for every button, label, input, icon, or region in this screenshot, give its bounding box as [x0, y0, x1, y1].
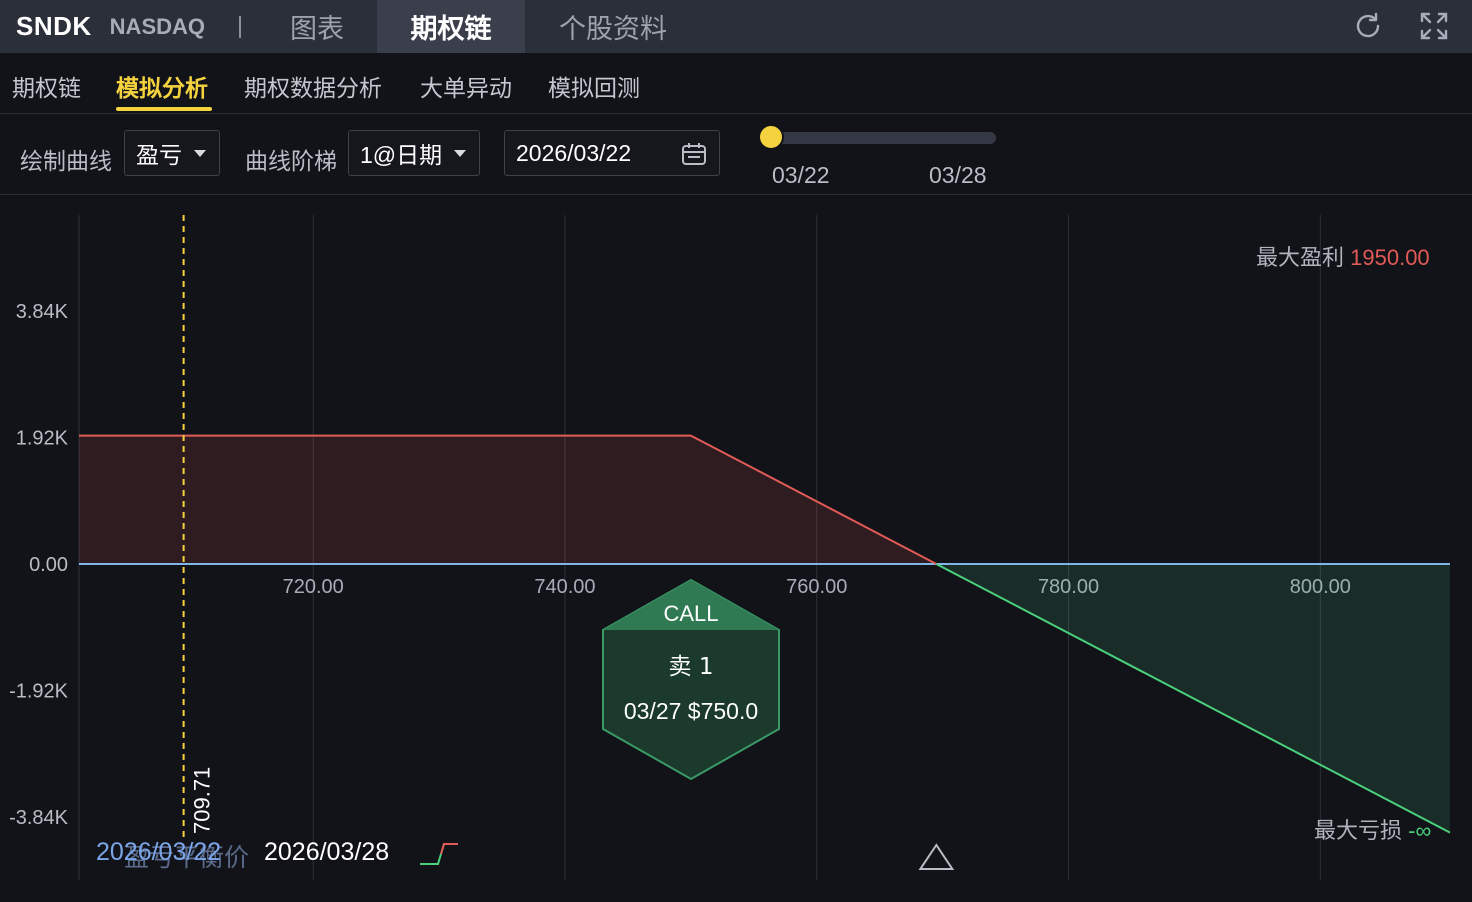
x-tick-label: 740.00	[534, 576, 595, 598]
profit-area	[79, 435, 937, 564]
option-type-label: CALL	[663, 601, 718, 626]
ladder-select[interactable]: 1@日期	[348, 130, 480, 176]
curve-select[interactable]: 盈亏	[124, 130, 220, 176]
legend-date-1[interactable]: 2026/03/22	[96, 838, 221, 867]
fullscreen-icon[interactable]	[1418, 10, 1450, 42]
x-tick-label: 720.00	[283, 576, 344, 598]
y-tick-label: 0.00	[29, 554, 68, 576]
control-bar: 绘制曲线 盈亏 曲线阶梯 1@日期 2026/03/22 03/22 03/28	[0, 114, 1472, 195]
y-tick-label: 1.92K	[16, 428, 69, 450]
curve-select-value: 盈亏	[136, 142, 182, 168]
max-loss-label: 最大亏损	[1314, 818, 1403, 843]
max-profit: 最大盈利 1950.00	[1256, 240, 1430, 272]
tab-company-profile[interactable]: 个股资料	[525, 0, 701, 53]
date-picker-value: 2026/03/22	[516, 139, 632, 166]
subtab-option-data-analysis[interactable]: 期权数据分析	[244, 69, 382, 103]
exchange-name: NASDAQ	[109, 13, 206, 39]
tab-chart[interactable]: 图表	[257, 0, 377, 53]
option-action-label: 卖 1	[669, 654, 714, 680]
pnl-chart[interactable]: 720.00 740.00 760.00 780.00 800.003.84K1.92K…	[0, 195, 1472, 902]
max-profit-value: 1950.00	[1350, 245, 1430, 270]
chevron-down-icon	[194, 150, 206, 157]
tab-option-chain[interactable]: 期权链	[377, 0, 526, 53]
max-loss: 最大亏损 -∞	[1314, 813, 1431, 845]
header-divider	[239, 15, 242, 38]
subtab-option-chain[interactable]: 期权链	[12, 69, 81, 103]
ladder-select-value: 1@日期	[360, 142, 443, 168]
option-detail-label: 03/27 $750.0	[624, 698, 758, 724]
y-tick-label: -1.92K	[9, 680, 69, 702]
subtab-backtest[interactable]: 模拟回测	[548, 69, 640, 103]
max-loss-value: -∞	[1408, 818, 1432, 843]
x-tick-label: 760.00	[786, 576, 847, 598]
max-profit-label: 最大盈利	[1256, 245, 1345, 270]
subtab-unusual-activity[interactable]: 大单异动	[420, 69, 512, 103]
curve-label: 绘制曲线	[20, 148, 112, 174]
active-tab-underline	[116, 107, 212, 111]
top-header: SNDK NASDAQ 图表 期权链 个股资料	[0, 0, 1472, 53]
refresh-icon[interactable]	[1352, 10, 1384, 42]
slider-start-date: 03/22	[772, 162, 830, 188]
ladder-label: 曲线阶梯	[245, 148, 337, 174]
breakeven-marker-icon[interactable]	[918, 843, 955, 870]
y-tick-label: 3.84K	[16, 301, 69, 323]
slider-end-date: 03/28	[929, 162, 987, 188]
current-price-label: 709.71	[190, 767, 215, 834]
legend-line-icon-profit	[440, 843, 458, 855]
sub-tab-bar: 期权链 模拟分析 期权数据分析 大单异动 模拟回测	[0, 53, 1472, 114]
chevron-down-icon	[454, 150, 466, 157]
legend-date-2[interactable]: 2026/03/28	[264, 838, 389, 867]
ticker-symbol: SNDK	[16, 11, 92, 41]
y-tick-label: -3.84K	[9, 807, 69, 829]
calendar-icon	[682, 143, 706, 165]
date-slider-track[interactable]	[770, 132, 996, 144]
legend-line-icon	[420, 843, 458, 865]
date-picker[interactable]: 2026/03/22	[504, 130, 720, 176]
subtab-simulation[interactable]: 模拟分析	[116, 69, 208, 103]
date-slider-handle[interactable]	[758, 124, 784, 150]
